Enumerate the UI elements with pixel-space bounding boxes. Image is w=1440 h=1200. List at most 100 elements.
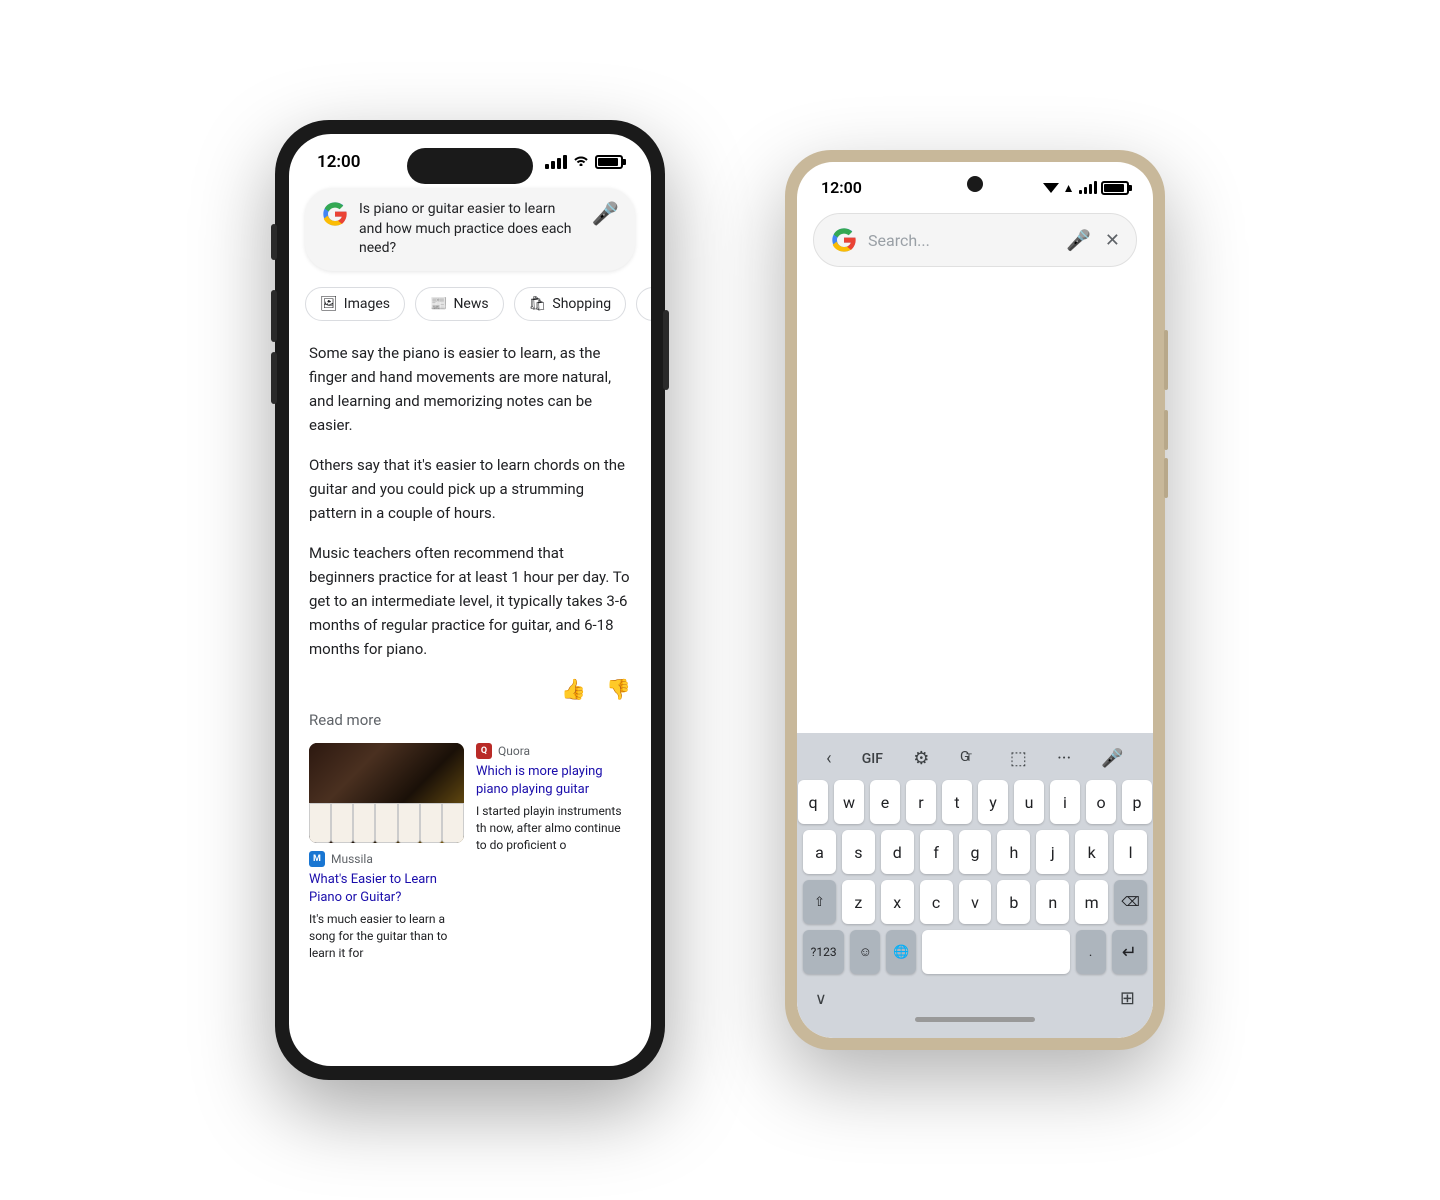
article-card-2[interactable]: Q Quora Which is more playing piano play… [476,743,631,962]
iphone-device: 12:00 Is piano or guitar ea [275,120,665,1080]
key-t[interactable]: t [942,780,972,824]
key-globe[interactable]: 🌐 [886,930,916,974]
tab-video[interactable]: ▶ Vide… [636,287,651,321]
key-b[interactable]: b [997,880,1030,924]
key-m[interactable]: m [1075,880,1108,924]
keyboard-gif-button[interactable]: GIF [862,751,883,767]
status-time: 12:00 [317,152,360,172]
android-search-input[interactable]: Search... [868,231,1056,250]
keyboard-row-1: q w e r t y u i o p [803,780,1147,824]
source-logo-quora: Q [476,743,492,759]
key-backspace[interactable]: ⌫ [1114,880,1147,924]
key-shift[interactable]: ⇧ [803,880,836,924]
key-w[interactable]: w [834,780,864,824]
android-mic-icon[interactable]: 🎤 [1066,228,1091,252]
tab-images[interactable]: 🖼 Images [305,287,405,321]
vol-down-button[interactable] [271,352,277,404]
source-row-2: Q Quora [476,743,631,759]
key-f[interactable]: f [920,830,953,874]
filter-tabs: 🖼 Images 📰 News 🛍 Shopping ▶ Vide… [289,283,651,333]
key-n[interactable]: n [1036,880,1069,924]
keyboard-row-3: ⇧ z x c v b n m ⌫ [803,880,1147,924]
wifi-icon [573,154,589,170]
android-content-area [797,277,1153,577]
tab-news[interactable]: 📰 News [415,287,504,321]
android-wifi-icon [1043,181,1059,194]
key-emoji[interactable]: ☺ [850,930,880,974]
key-space[interactable] [922,930,1069,974]
key-e[interactable]: e [870,780,900,824]
keyboard-chevron-down-icon[interactable]: ∨ [815,989,827,1008]
key-g[interactable]: g [959,830,992,874]
key-s[interactable]: s [842,830,875,874]
key-period[interactable]: . [1076,930,1106,974]
android-signal-icon [1079,181,1098,194]
android-search-bar[interactable]: Search... 🎤 ✕ [813,213,1137,267]
keyboard-clipboard-icon[interactable]: ⬚ [1010,748,1027,769]
thumbs-up-icon[interactable]: 👍 [561,677,586,701]
key-symbols[interactable]: ?123 [803,930,844,974]
signal-icon [545,155,567,169]
iphone-screen: 12:00 Is piano or guitar ea [289,134,651,1066]
key-a[interactable]: a [803,830,836,874]
thumbs-down-icon[interactable]: 👎 [606,677,631,701]
key-q[interactable]: q [798,780,828,824]
android-keyboard[interactable]: ‹ GIF ⚙ GT ⬚ ··· 🎤 q w e r t y u i o [797,733,1153,1038]
read-more-link[interactable]: Read more [309,711,631,729]
keyboard-translate-icon[interactable]: GT [960,747,980,770]
shopping-tab-icon: 🛍 [529,296,547,312]
key-z[interactable]: z [842,880,875,924]
lte-icon: ▲ [1063,181,1075,195]
key-x[interactable]: x [881,880,914,924]
keyboard-more-icon[interactable]: ··· [1057,748,1071,769]
battery-icon [595,155,623,169]
key-k[interactable]: k [1075,830,1108,874]
silent-button[interactable] [271,224,277,260]
android-home-bar [915,1017,1035,1022]
key-u[interactable]: u [1014,780,1044,824]
key-o[interactable]: o [1086,780,1116,824]
android-device: 12:00 ▲ [785,150,1165,1050]
feedback-row: 👍 👎 [309,677,631,701]
key-v[interactable]: v [959,880,992,924]
android-status-time: 12:00 [821,178,862,197]
search-results: Some say the piano is easier to learn, a… [289,333,651,970]
key-l[interactable]: l [1114,830,1147,874]
key-y[interactable]: y [978,780,1008,824]
news-tab-icon: 📰 [430,296,447,312]
key-p[interactable]: p [1122,780,1152,824]
microphone-icon[interactable]: 🎤 [592,202,619,227]
keyboard-mic-icon[interactable]: 🎤 [1101,748,1123,769]
search-bar[interactable]: Is piano or guitar easier to learn and h… [305,188,635,271]
vol-up-button[interactable] [271,290,277,342]
article-snippet-2: I started playin instruments th now, aft… [476,803,631,853]
tab-shopping[interactable]: 🛍 Shopping [514,287,627,321]
android-close-icon[interactable]: ✕ [1105,230,1120,251]
google-logo [321,200,349,228]
keyboard-back-icon[interactable]: ‹ [826,748,831,769]
status-icons [545,154,623,170]
android-screen: 12:00 ▲ [797,162,1153,1038]
images-tab-icon: 🖼 [320,296,338,312]
android-power-button[interactable] [1164,330,1168,390]
key-j[interactable]: j [1036,830,1069,874]
paragraph-2: Others say that it's easier to learn cho… [309,453,631,525]
keyboard-toolbar: ‹ GIF ⚙ GT ⬚ ··· 🎤 [803,741,1147,780]
key-i[interactable]: i [1050,780,1080,824]
key-c[interactable]: c [920,880,953,924]
source-logo-mussila: M [309,851,325,867]
keyboard-settings-icon[interactable]: ⚙ [913,748,929,769]
key-r[interactable]: r [906,780,936,824]
power-button[interactable] [663,310,669,390]
keyboard-row-4: ?123 ☺ 🌐 . ↵ [803,930,1147,974]
key-enter[interactable]: ↵ [1112,930,1147,974]
article-card-1[interactable]: M Mussila What's Easier to Learn Piano o… [309,743,464,962]
android-vol-down-button[interactable] [1164,458,1168,498]
key-d[interactable]: d [881,830,914,874]
keyboard-layout-icon[interactable]: ⊞ [1120,988,1135,1009]
android-vol-up-button[interactable] [1164,410,1168,450]
tab-news-label: News [453,296,488,312]
article-title-1: What's Easier to Learn Piano or Guitar? [309,871,464,907]
key-h[interactable]: h [997,830,1030,874]
tab-shopping-label: Shopping [552,296,611,312]
